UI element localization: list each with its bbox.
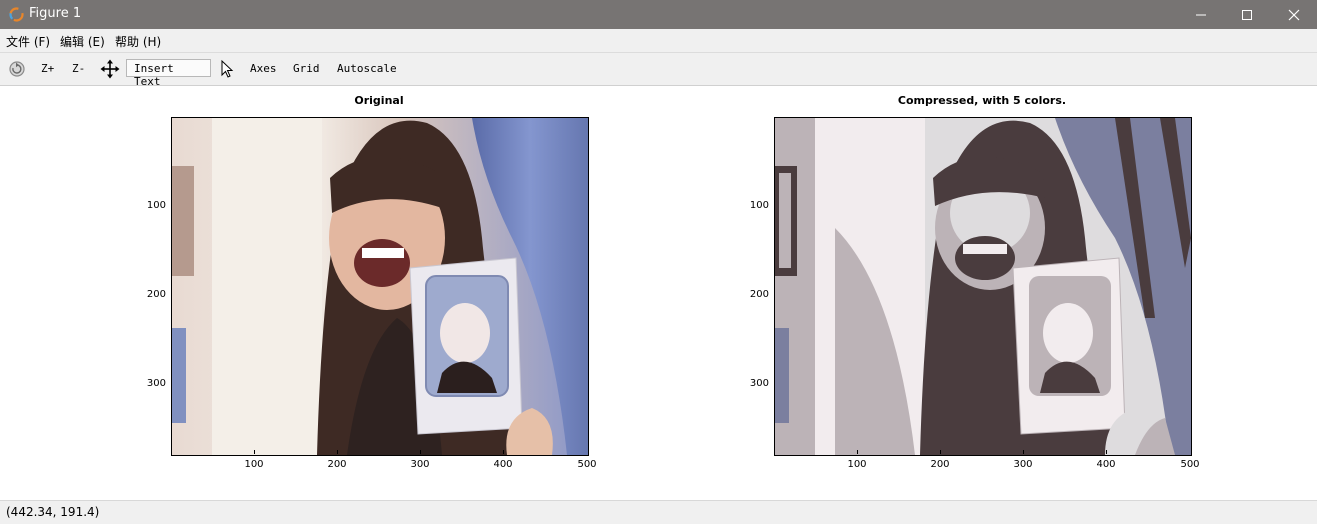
menu-edit[interactable]: 编辑 (E) xyxy=(60,33,105,50)
menu-file[interactable]: 文件 (F) xyxy=(6,33,50,50)
cursor-coordinates: (442.34, 191.4) xyxy=(6,505,100,519)
title-bar[interactable]: Figure 1 xyxy=(0,0,1317,29)
insert-text-button[interactable]: Insert Text xyxy=(126,59,211,88)
x-tick-label: 300 xyxy=(1013,459,1033,470)
minimize-icon xyxy=(1196,14,1206,15)
x-tick-mark xyxy=(337,450,338,454)
rotate-icon[interactable] xyxy=(7,59,27,79)
y-tick-label: 300 xyxy=(749,378,769,389)
autoscale-button[interactable]: Autoscale xyxy=(337,62,397,75)
x-tick-label: 200 xyxy=(327,459,347,470)
x-tick-label: 300 xyxy=(410,459,430,470)
grid-button[interactable]: Grid xyxy=(293,62,320,75)
figure-window: Figure 1 文件 (F) 编辑 (E) 帮助 (H) Z+ Z- Inse… xyxy=(0,0,1317,524)
maximize-button[interactable] xyxy=(1224,0,1270,29)
y-tick-label: 200 xyxy=(146,289,166,300)
plot-title-compressed: Compressed, with 5 colors. xyxy=(897,94,1067,107)
y-tick-label: 300 xyxy=(146,378,166,389)
close-button[interactable] xyxy=(1271,0,1317,29)
y-tick-label: 200 xyxy=(749,289,769,300)
window-title: Figure 1 xyxy=(29,6,82,21)
x-tick-label: 500 xyxy=(1180,459,1200,470)
y-tick-label: 100 xyxy=(146,200,166,211)
axes-button[interactable]: Axes xyxy=(250,62,277,75)
zoom-out-button[interactable]: Z- xyxy=(72,62,85,75)
zoom-in-button[interactable]: Z+ xyxy=(41,62,54,75)
x-tick-mark xyxy=(1023,450,1024,454)
close-icon xyxy=(1288,9,1300,20)
x-tick-mark xyxy=(420,450,421,454)
toolbar: Z+ Z- Insert Text Axes Grid Autoscale xyxy=(0,53,1317,88)
pan-icon[interactable] xyxy=(100,59,120,79)
menu-bar: 文件 (F) 编辑 (E) 帮助 (H) xyxy=(0,29,1317,53)
axes-original[interactable] xyxy=(171,117,589,456)
maximize-icon xyxy=(1242,9,1252,20)
axes-compressed[interactable] xyxy=(774,117,1192,456)
compressed-image xyxy=(775,118,1191,455)
x-tick-mark xyxy=(1106,450,1107,454)
plot-title-original: Original xyxy=(354,94,404,107)
minimize-button[interactable] xyxy=(1178,0,1224,29)
x-tick-label: 400 xyxy=(1096,459,1116,470)
x-tick-label: 400 xyxy=(493,459,513,470)
x-tick-label: 100 xyxy=(847,459,867,470)
x-tick-mark xyxy=(857,450,858,454)
x-tick-label: 200 xyxy=(930,459,950,470)
x-tick-label: 500 xyxy=(577,459,597,470)
x-tick-label: 100 xyxy=(244,459,264,470)
octave-logo-icon xyxy=(9,7,24,22)
x-tick-mark xyxy=(254,450,255,454)
status-bar: (442.34, 191.4) xyxy=(0,500,1317,524)
y-tick-label: 100 xyxy=(749,200,769,211)
select-pointer-icon[interactable] xyxy=(217,59,237,79)
x-tick-mark xyxy=(940,450,941,454)
figure-canvas[interactable]: Original 100 200 300 400 500 100 200 300… xyxy=(0,86,1317,500)
menu-help[interactable]: 帮助 (H) xyxy=(115,33,161,50)
x-tick-mark xyxy=(503,450,504,454)
original-image xyxy=(172,118,588,455)
